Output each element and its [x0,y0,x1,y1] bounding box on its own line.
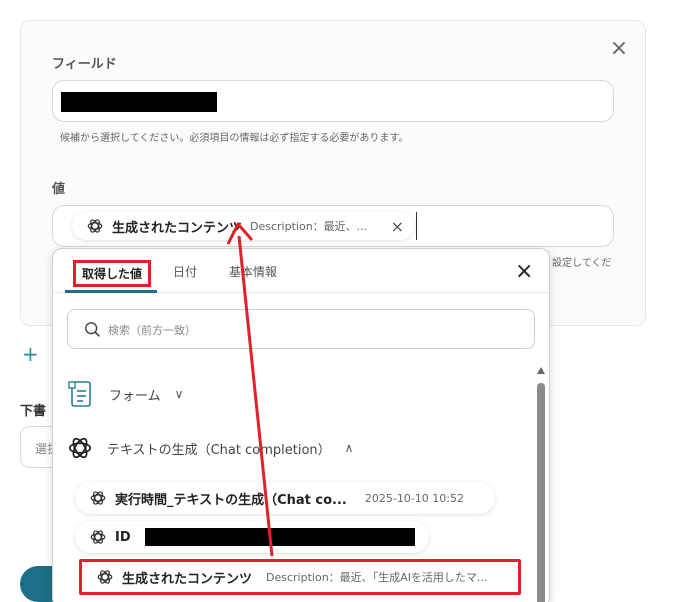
item-description: Description：最近、「生成AIを活用したマ... [266,571,488,584]
tab-retrieved-values[interactable]: 取得した値 [73,260,152,287]
openai-icon [68,437,92,459]
active-tab-indicator [65,290,157,293]
scroll-thumb[interactable] [537,383,545,602]
group-chat-label: テキストの生成（Chat completion） [107,442,331,458]
value-help-text: 設定してくだ [552,258,612,269]
dropdown-close-icon[interactable]: × [515,261,533,283]
openai-icon [90,530,106,544]
chip-remove-icon[interactable]: × [391,217,404,236]
openai-icon [97,570,113,584]
chevron-down-icon: ∨ [174,387,184,401]
search-icon [85,322,100,337]
list-item-id[interactable]: ID [75,521,429,553]
openai-icon [90,491,106,505]
list-item-exec-time[interactable]: 実行時間_テキストの生成（Chat co... 2025-10-10 10:52 [75,482,495,514]
chip-title: 生成されたコンテンツ [112,220,243,236]
redacted-id-value [144,528,415,546]
item-title: 実行時間_テキストの生成（Chat co... [115,492,347,508]
scrollbar[interactable] [537,367,545,602]
field-input[interactable] [52,80,614,122]
item-timestamp: 2025-10-10 10:52 [364,491,464,505]
text-caret [416,212,417,240]
group-form[interactable]: フォーム ∨ [67,379,183,409]
card-close-icon[interactable]: × [608,38,630,60]
scroll-up-arrow-icon[interactable] [537,367,545,374]
list-item-generated-content[interactable]: 生成されたコンテンツ Description：最近、「生成AIを活用したマ... [79,559,521,595]
item-title: 生成されたコンテンツ [122,571,253,587]
value-picker-dropdown: 取得した値 日付 基本情報 × フォーム ∨ [52,248,550,602]
search-input[interactable] [108,316,508,344]
value-chip[interactable]: 生成されたコンテンツ Description：最近、... × [72,212,414,240]
openai-icon [87,219,103,233]
redacted-field-value [61,92,217,112]
chip-description: Description：最近、... [250,220,368,233]
value-label: 値 [52,182,66,197]
group-form-label: フォーム [109,388,161,404]
search-box [67,309,535,349]
chevron-up-icon: ∧ [344,441,354,455]
item-title: ID [115,529,131,545]
tab-bar: 取得した値 日付 基本情報 [53,249,549,293]
group-chat-completion[interactable]: テキストの生成（Chat completion） ∧ [67,435,353,461]
tab-basic-info[interactable]: 基本情報 [229,263,277,280]
field-help-text: 候補から選択してください。必須項目の情報は必ず指定する必要があります。 [60,133,409,144]
draft-label: 下書 [20,404,47,419]
field-label: フィールド [52,57,117,72]
tab-date[interactable]: 日付 [173,263,197,280]
form-icon [68,381,91,407]
add-icon[interactable]: + [22,342,39,366]
